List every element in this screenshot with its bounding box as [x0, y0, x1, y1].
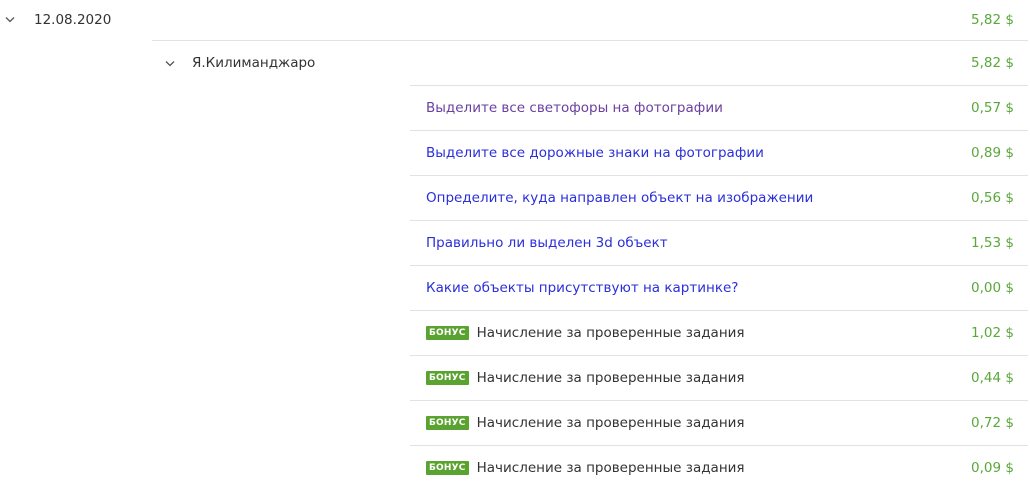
bonus-row: БОНУС Начисление за проверенные задания … — [410, 400, 1028, 445]
date-label: 12.08.2020 — [34, 11, 112, 28]
bonus-title: Начисление за проверенные задания — [476, 325, 745, 341]
bonus-badge: БОНУС — [426, 371, 469, 385]
task-amount: 0,56 $ — [971, 190, 1014, 206]
bonus-amount: 1,02 $ — [971, 325, 1014, 341]
bonus-amount: 0,72 $ — [971, 415, 1014, 431]
task-row: Определите, куда направлен объект на изо… — [410, 175, 1028, 220]
project-group-row[interactable]: Я.Килиманджаро 5,82 $ — [152, 40, 1028, 85]
bonus-title: Начисление за проверенные задания — [476, 415, 745, 431]
bonus-row: БОНУС Начисление за проверенные задания … — [410, 445, 1028, 490]
task-amount: 0,00 $ — [971, 280, 1014, 296]
chevron-down-icon[interactable] — [4, 14, 16, 26]
bonus-badge: БОНУС — [426, 326, 469, 340]
project-group-total: 5,82 $ — [971, 55, 1014, 71]
project-name: Я.Килиманджаро — [192, 55, 316, 71]
task-amount: 0,57 $ — [971, 100, 1014, 116]
date-group-row[interactable]: 12.08.2020 5,82 $ — [0, 0, 1028, 39]
task-row: Выделите все светофоры на фотографии 0,5… — [410, 85, 1028, 130]
task-link[interactable]: Выделите все светофоры на фотографии — [426, 100, 723, 116]
task-row: Правильно ли выделен 3d объект 1,53 $ — [410, 220, 1028, 265]
bonus-row: БОНУС Начисление за проверенные задания … — [410, 355, 1028, 400]
bonus-badge: БОНУС — [426, 461, 469, 475]
task-link[interactable]: Правильно ли выделен 3d объект — [426, 235, 668, 251]
task-amount: 1,53 $ — [971, 235, 1014, 251]
bonus-title: Начисление за проверенные задания — [476, 370, 745, 386]
bonus-row: БОНУС Начисление за проверенные задания … — [410, 310, 1028, 355]
bonus-amount: 0,44 $ — [971, 370, 1014, 386]
date-group-total: 5,82 $ — [971, 11, 1014, 28]
task-link[interactable]: Определите, куда направлен объект на изо… — [426, 190, 813, 206]
task-row: Выделите все дорожные знаки на фотографи… — [410, 130, 1028, 175]
bonus-amount: 0,09 $ — [971, 460, 1014, 476]
bonus-title: Начисление за проверенные задания — [476, 460, 745, 476]
task-amount: 0,89 $ — [971, 145, 1014, 161]
task-link[interactable]: Какие объекты присутствуют на картинке? — [426, 280, 738, 296]
chevron-down-icon[interactable] — [164, 57, 176, 69]
task-row: Какие объекты присутствуют на картинке? … — [410, 265, 1028, 310]
bonus-badge: БОНУС — [426, 416, 469, 430]
task-link[interactable]: Выделите все дорожные знаки на фотографи… — [426, 145, 764, 161]
